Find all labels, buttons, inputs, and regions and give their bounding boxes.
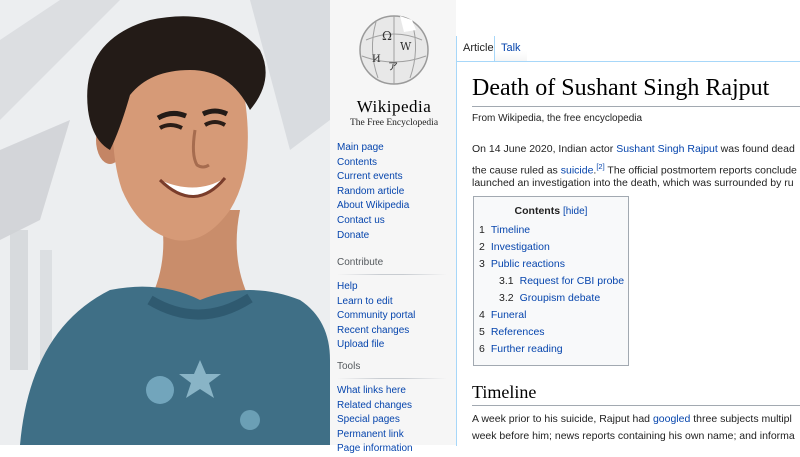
toc-link[interactable]: Further reading [491,343,563,355]
title-divider [472,106,800,107]
toc-link[interactable]: Request for CBI probe [520,275,624,287]
nav-contents[interactable]: Contents [337,156,452,171]
toc-number: 3 [479,258,485,270]
toc-item[interactable]: 5 References [479,326,545,338]
tools-navigation: Tools What links here Related changes Sp… [337,360,452,457]
reference-2[interactable]: [2] [596,162,604,171]
puzzle-globe-icon: Ω W И ア [359,15,429,85]
toc-item[interactable]: 2 Investigation [479,241,550,253]
timeline-line-2: week before him; news reports containing… [472,430,795,442]
text: was found dead [717,143,795,155]
tools-heading: Tools [337,361,361,372]
svg-text:И: И [372,54,381,65]
nav-permanent-link[interactable]: Permanent link [337,428,452,443]
tagline: The Free Encyclopedia [349,118,439,128]
nav-contact-us[interactable]: Contact us [337,214,452,229]
toc-number: 6 [479,343,485,355]
article-content: Death of Sushant Singh Rajput From Wikip… [456,61,800,446]
toc-number: 4 [479,309,485,321]
section-heading-timeline: Timeline [472,382,537,402]
table-of-contents: Contents [hide] 1 Timeline 2 Investigation… [473,196,629,366]
toc-link[interactable]: Groupism debate [520,292,601,304]
section-divider [472,405,800,406]
svg-text:W: W [400,40,412,53]
toc-item[interactable]: 4 Funeral [479,309,526,321]
toc-heading: Contents [514,205,561,217]
nav-main-page[interactable]: Main page [337,141,452,156]
toc-item[interactable]: 3.1 Request for CBI probe [499,275,624,287]
toc-item[interactable]: 3.2 Groupism debate [499,292,600,304]
nav-related-changes[interactable]: Related changes [337,399,452,414]
svg-text:ア: ア [388,62,398,73]
site-subtitle: From Wikipedia, the free encyclopedia [472,113,643,124]
nav-random-article[interactable]: Random article [337,185,452,200]
intro-line-3: launched an investigation into the death… [472,177,794,189]
link-googled[interactable]: googled [653,413,690,425]
toc-item[interactable]: 1 Timeline [479,224,530,236]
toc-link[interactable]: Timeline [491,224,530,236]
svg-text:Ω: Ω [382,29,392,43]
toc-number: 1 [479,224,485,236]
nav-community-portal[interactable]: Community portal [337,309,452,324]
text: A week prior to his suicide, Rajput had [472,413,653,425]
toc-item[interactable]: 6 Further reading [479,343,563,355]
text: three subjects multipl [690,413,792,425]
toc-number: 3.2 [499,292,514,304]
wikipedia-logo[interactable]: Ω W И ア Wikipedia The Free Encyclopedia [338,10,450,128]
nav-current-events[interactable]: Current events [337,170,452,185]
divider [337,378,447,379]
toc-item[interactable]: 3 Public reactions [479,258,565,270]
main-navigation: Main page Contents Current events Random… [337,141,452,243]
nav-special-pages[interactable]: Special pages [337,413,452,428]
intro-line-1: On 14 June 2020, Indian actor Sushant Si… [472,141,800,158]
toc-number: 3.1 [499,275,514,287]
toc-number: 5 [479,326,485,338]
nav-donate[interactable]: Donate [337,229,452,244]
nav-help[interactable]: Help [337,280,452,295]
wordmark: Wikipedia [356,97,432,116]
toc-link[interactable]: References [491,326,545,338]
portrait-illustration [0,0,330,445]
profile-photo [0,0,330,445]
nav-what-links-here[interactable]: What links here [337,384,452,399]
tab-talk[interactable]: Talk [494,36,527,61]
contribute-heading: Contribute [337,257,384,268]
page-title: Death of Sushant Singh Rajput [472,75,770,101]
toc-link[interactable]: Public reactions [491,258,565,270]
divider [337,274,447,275]
toc-link[interactable]: Investigation [491,241,550,253]
toc-link[interactable]: Funeral [491,309,527,321]
nav-about-wikipedia[interactable]: About Wikipedia [337,199,452,214]
timeline-line-1: A week prior to his suicide, Rajput had … [472,411,800,428]
wiki-sidebar: Ω W И ア Wikipedia The Free Encyclopedia … [330,0,456,454]
contribute-navigation: Contribute Help Learn to edit Community … [337,256,452,353]
nav-recent-changes[interactable]: Recent changes [337,324,452,339]
toc-hide-toggle[interactable]: [hide] [563,206,587,217]
text: On 14 June 2020, Indian actor [472,143,617,155]
nav-upload-file[interactable]: Upload file [337,338,452,353]
toc-number: 2 [479,241,485,253]
toc-title: Contents [hide] [474,205,628,217]
nav-learn-to-edit[interactable]: Learn to edit [337,295,452,310]
link-sushant-singh-rajput[interactable]: Sushant Singh Rajput [616,143,718,155]
